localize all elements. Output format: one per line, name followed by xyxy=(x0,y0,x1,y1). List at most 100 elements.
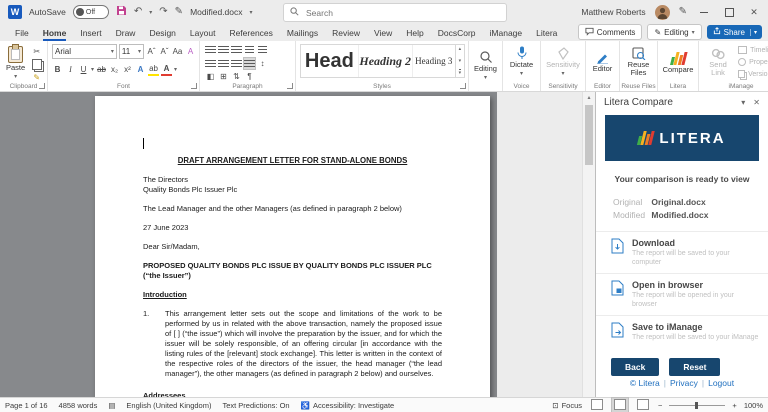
tab-layout[interactable]: Layout xyxy=(183,26,223,40)
autosave-toggle[interactable]: Off xyxy=(72,5,109,19)
multilevel-list-button[interactable] xyxy=(231,44,242,55)
shrink-font-button[interactable]: Aˇ xyxy=(159,46,170,57)
show-formatting-button[interactable]: ¶ xyxy=(244,71,255,82)
tab-review[interactable]: Review xyxy=(325,26,367,40)
proofing-icon[interactable]: ▤ xyxy=(108,401,115,410)
download-action[interactable]: Download The report will be saved to you… xyxy=(596,231,768,273)
panel-chevron-icon[interactable]: ▾ xyxy=(741,98,745,107)
highlight-button[interactable]: ab xyxy=(148,63,160,76)
clipboard-dialog-launcher[interactable] xyxy=(39,83,45,89)
change-case-button[interactable]: Aa xyxy=(172,46,183,57)
logout-link[interactable]: Logout xyxy=(708,378,734,388)
zoom-out-button[interactable]: − xyxy=(658,401,662,410)
font-color-button[interactable]: A xyxy=(161,63,173,76)
avatar[interactable] xyxy=(654,4,670,20)
editing-button[interactable]: Editing ▾ xyxy=(469,41,502,91)
document-title[interactable]: Modified.docx xyxy=(190,7,242,17)
clear-formatting-button[interactable]: A xyxy=(185,46,196,57)
tab-design[interactable]: Design xyxy=(142,26,182,40)
styles-scroll-down-icon[interactable]: ▾ xyxy=(459,58,462,64)
open-in-browser-action[interactable]: Open in browser The report will be opene… xyxy=(596,273,768,315)
paragraph-dialog-launcher[interactable] xyxy=(287,83,293,89)
text-predictions-indicator[interactable]: Text Predictions: On xyxy=(222,401,289,410)
web-layout-button[interactable] xyxy=(635,398,651,412)
style-heading1[interactable]: Head xyxy=(301,45,359,77)
undo-button[interactable]: ↶ xyxy=(134,7,142,17)
editing-mode-button[interactable]: ✎ Editing ▾ xyxy=(647,24,702,40)
align-center-button[interactable] xyxy=(218,58,229,69)
tab-help[interactable]: Help xyxy=(399,26,430,40)
borders-button[interactable]: ⊞ xyxy=(218,71,229,82)
privacy-link[interactable]: Privacy xyxy=(670,378,698,388)
text-effects-button[interactable]: A xyxy=(135,64,146,75)
cut-button[interactable]: ✂ xyxy=(31,46,42,57)
user-name[interactable]: Matthew Roberts xyxy=(581,7,645,17)
tab-docscorp[interactable]: DocsCorp xyxy=(431,26,483,40)
vertical-scrollbar[interactable]: ▴ xyxy=(582,92,595,397)
print-layout-button[interactable] xyxy=(611,396,630,412)
search-input[interactable] xyxy=(304,6,500,19)
sort-button[interactable]: ⇅ xyxy=(231,71,242,82)
subscript-button[interactable]: x₂ xyxy=(109,64,120,75)
search-box[interactable] xyxy=(283,3,507,22)
justify-button[interactable] xyxy=(243,57,256,70)
style-heading3[interactable]: Heading 3 xyxy=(413,45,455,77)
ink-pen-icon[interactable]: ✎ xyxy=(679,7,687,17)
maximize-button[interactable] xyxy=(721,4,737,20)
tab-draw[interactable]: Draw xyxy=(109,26,143,40)
style-heading2[interactable]: Heading 2 xyxy=(359,45,413,77)
zoom-level[interactable]: 100% xyxy=(744,401,763,410)
tab-home[interactable]: Home xyxy=(36,26,74,41)
increase-indent-button[interactable] xyxy=(257,44,268,55)
read-mode-button[interactable] xyxy=(589,398,605,412)
focus-button[interactable]: ⊡ Focus xyxy=(552,401,582,410)
underline-chevron-icon[interactable]: ▾ xyxy=(91,66,94,73)
close-button[interactable]: ✕ xyxy=(746,4,762,20)
align-left-button[interactable] xyxy=(205,58,216,69)
reset-button[interactable]: Reset xyxy=(669,358,721,376)
font-dialog-launcher[interactable] xyxy=(191,83,197,89)
zoom-slider-thumb[interactable] xyxy=(695,401,699,409)
tab-view[interactable]: View xyxy=(367,26,399,40)
tab-references[interactable]: References xyxy=(222,26,279,40)
tab-file[interactable]: File xyxy=(8,26,36,40)
copy-button[interactable] xyxy=(31,59,42,70)
save-icon[interactable] xyxy=(116,5,127,19)
undo-chevron-icon[interactable]: ▾ xyxy=(149,9,152,16)
line-spacing-button[interactable]: ↕ xyxy=(257,58,268,69)
share-chevron-icon[interactable]: ▾ xyxy=(749,28,760,36)
page-indicator[interactable]: Page 1 of 16 xyxy=(5,401,48,410)
share-button[interactable]: Share ▾ xyxy=(706,25,762,39)
save-to-imanage-action[interactable]: Save to iManage The report will be saved… xyxy=(596,315,768,348)
bold-button[interactable]: B xyxy=(52,64,63,75)
panel-close-icon[interactable]: ✕ xyxy=(753,98,760,107)
touch-mode-icon[interactable]: ✎ xyxy=(175,7,183,17)
litera-copyright-link[interactable]: © Litera xyxy=(630,378,660,388)
word-count[interactable]: 4858 words xyxy=(59,401,98,410)
decrease-indent-button[interactable] xyxy=(244,44,255,55)
tab-litera[interactable]: Litera xyxy=(529,26,564,40)
comments-button[interactable]: Comments xyxy=(577,24,643,40)
font-name-select[interactable]: Arial ▾ xyxy=(52,44,117,59)
language-indicator[interactable]: English (United Kingdom) xyxy=(126,401,211,410)
tab-imanage[interactable]: iManage xyxy=(483,26,530,40)
zoom-in-button[interactable]: + xyxy=(732,401,736,410)
grow-font-button[interactable]: Aˆ xyxy=(146,46,157,57)
bullets-button[interactable] xyxy=(205,44,216,55)
redo-button[interactable]: ↷ xyxy=(159,7,167,17)
tab-mailings[interactable]: Mailings xyxy=(280,26,325,40)
tab-insert[interactable]: Insert xyxy=(73,26,108,40)
align-right-button[interactable] xyxy=(231,58,242,69)
shading-button[interactable]: ◧ xyxy=(205,71,216,82)
minimize-button[interactable] xyxy=(696,4,712,20)
numbering-button[interactable] xyxy=(218,44,229,55)
styles-scroll-up-icon[interactable]: ▴ xyxy=(459,46,462,52)
paste-button[interactable]: Paste ▾ xyxy=(3,44,28,83)
document-page[interactable]: DRAFT ARRANGEMENT LETTER FOR STAND-ALONE… xyxy=(95,96,490,397)
accessibility-status[interactable]: ♿ Accessibility: Investigate xyxy=(301,401,395,410)
font-color-chevron-icon[interactable]: ▾ xyxy=(174,66,177,73)
back-button[interactable]: Back xyxy=(611,358,660,376)
scroll-up-icon[interactable]: ▴ xyxy=(583,92,595,101)
font-size-select[interactable]: 11 ▾ xyxy=(118,44,144,59)
zoom-slider[interactable] xyxy=(669,401,726,409)
